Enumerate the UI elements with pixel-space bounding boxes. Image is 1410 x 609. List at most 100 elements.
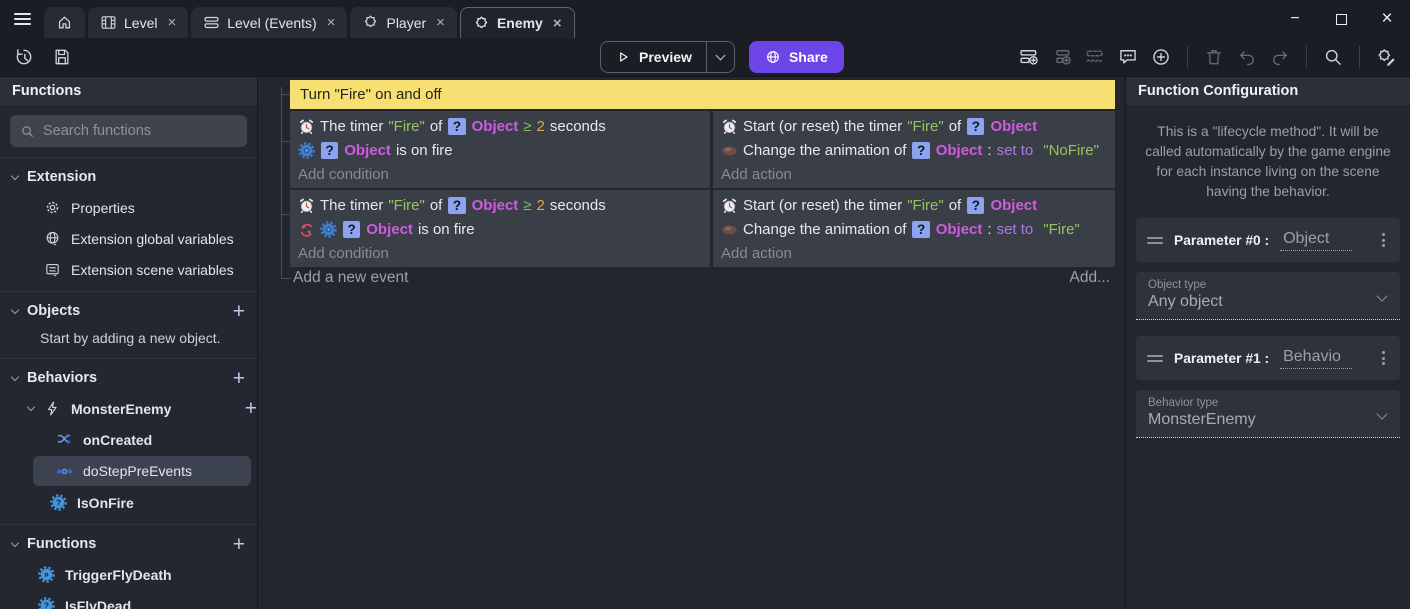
conditions-panel: The timer "Fire" of ?Object ≥ 2 seconds?… — [290, 111, 710, 188]
tab-enemy[interactable]: Enemy × — [460, 7, 575, 38]
add-event-icon[interactable] — [1019, 47, 1039, 67]
event-instruction[interactable]: Change the animation of ?Object: set to … — [713, 217, 1115, 241]
share-button[interactable]: Share — [749, 41, 844, 73]
drag-handle-icon[interactable] — [1147, 237, 1163, 244]
event-instruction[interactable]: Change the animation of ?Object: set to … — [713, 138, 1115, 162]
sidebar-item-extension-global-variables[interactable]: Extension global variables — [0, 223, 257, 254]
actions-panel: Start (or reset) the timer "Fire" of ?Ob… — [713, 111, 1115, 188]
home-icon — [56, 14, 73, 31]
close-tab-icon[interactable]: × — [167, 14, 176, 31]
preview-button[interactable]: Preview — [600, 41, 735, 73]
chevron-down-icon — [715, 51, 725, 61]
event-instruction[interactable]: Start (or reset) the timer "Fire" of ?Ob… — [713, 114, 1115, 138]
tab-home[interactable] — [44, 7, 85, 38]
section-header-extension[interactable]: Extension — [0, 162, 257, 192]
trash-icon — [1204, 47, 1224, 67]
svg-text:?: ? — [44, 601, 49, 609]
scene-variables-icon — [44, 261, 61, 278]
tab-label: Level (Events) — [227, 15, 316, 31]
search-icon[interactable] — [1323, 47, 1343, 67]
event-instruction[interactable]: The timer "Fire" of ?Object ≥ 2 seconds — [290, 114, 710, 138]
tab-level-events[interactable]: Level (Events) × — [191, 7, 347, 38]
sidebar-item-isonfire[interactable]: ? IsOnFire — [0, 487, 257, 518]
history-icon[interactable] — [14, 47, 34, 67]
chevron-down-icon — [11, 305, 19, 313]
preview-options-button[interactable] — [707, 42, 734, 72]
close-tab-icon[interactable]: × — [436, 14, 445, 31]
add-more-button[interactable]: Add... — [1070, 269, 1111, 287]
tab-level[interactable]: Level × — [88, 7, 188, 38]
toolbar-divider — [1359, 46, 1360, 68]
section-header-behaviors[interactable]: Behaviors + — [0, 363, 257, 393]
titlebar: Level × Level (Events) × Player × — [0, 0, 1410, 38]
objects-empty-text: Start by adding a new object. — [0, 326, 257, 352]
kebab-menu-icon[interactable] — [1378, 347, 1389, 369]
save-icon[interactable] — [52, 47, 72, 67]
sidebar-item-triggerflydeath[interactable]: » TriggerFlyDeath — [0, 559, 257, 590]
behavior-icon — [320, 221, 337, 238]
add-new-event-button[interactable]: Add a new event — [293, 269, 408, 287]
sidebar-item-monsterenemy[interactable]: MonsterEnemy + — [0, 393, 257, 424]
timer-icon — [298, 118, 315, 135]
globe-icon — [765, 49, 781, 65]
close-tab-icon[interactable]: × — [327, 14, 336, 31]
section-header-objects[interactable]: Objects + — [0, 296, 257, 326]
main-menu-button[interactable] — [0, 0, 44, 38]
event-instruction[interactable]: Start (or reset) the timer "Fire" of ?Ob… — [713, 193, 1115, 217]
event-instruction[interactable]: ?Object is on fire — [290, 138, 710, 162]
timer-icon — [721, 118, 738, 135]
extension-icon — [362, 14, 379, 31]
sidebar-item-extension-scene-variables[interactable]: Extension scene variables — [0, 254, 257, 285]
tab-label: Enemy — [497, 15, 543, 31]
search-functions-box[interactable] — [10, 115, 247, 147]
function-action-icon: » — [38, 566, 55, 583]
tab-player[interactable]: Player × — [350, 7, 456, 38]
add-circle-icon[interactable] — [1151, 47, 1171, 67]
toolbar-divider — [1306, 46, 1307, 68]
sidebar-title: Functions — [0, 77, 257, 105]
tab-bar: Level × Level (Events) × Player × — [44, 7, 575, 38]
sidebar-item-isflydead[interactable]: ? IsFlyDead — [0, 590, 257, 609]
close-tab-icon[interactable]: × — [553, 15, 562, 32]
section-header-functions[interactable]: Functions + — [0, 529, 257, 559]
add-condition-button[interactable]: Add condition — [290, 241, 710, 265]
event-comment[interactable]: Turn "Fire" on and off — [290, 80, 1115, 109]
timer-icon — [721, 197, 738, 214]
event-tree-line — [281, 87, 282, 279]
event-instruction[interactable]: ?Object is on fire — [290, 217, 710, 241]
close-button[interactable]: × — [1364, 0, 1410, 38]
add-function-button[interactable]: + — [233, 534, 245, 555]
undo-icon — [1237, 47, 1257, 67]
share-label: Share — [789, 49, 828, 65]
object-type-select[interactable]: Object type Any object — [1136, 272, 1400, 320]
add-action-button[interactable]: Add action — [713, 162, 1115, 186]
search-functions-input[interactable] — [43, 123, 237, 139]
kebab-menu-icon[interactable] — [1378, 229, 1389, 251]
functions-sidebar: Functions Extension Properties Extension… — [0, 77, 258, 609]
parameter-name-input[interactable]: Behavio — [1280, 348, 1352, 369]
parameter-name-input[interactable]: Object — [1280, 230, 1352, 251]
window-controls: − × — [1272, 0, 1410, 38]
sidebar-item-oncreated[interactable]: onCreated — [0, 424, 257, 455]
comment-icon[interactable] — [1118, 47, 1138, 67]
minimize-button[interactable]: − — [1272, 0, 1318, 38]
add-object-button[interactable]: + — [233, 301, 245, 322]
behavior-type-select[interactable]: Behavior type MonsterEnemy — [1136, 390, 1400, 438]
event-instruction[interactable]: The timer "Fire" of ?Object ≥ 2 seconds — [290, 193, 710, 217]
toolbar: Preview Share — [0, 38, 1410, 76]
animation-icon — [721, 142, 738, 159]
timer-icon — [298, 197, 315, 214]
add-behavior-function-button[interactable]: + — [245, 398, 257, 419]
conditions-panel: The timer "Fire" of ?Object ≥ 2 seconds?… — [290, 190, 710, 267]
add-action-button[interactable]: Add action — [713, 241, 1115, 265]
add-behavior-button[interactable]: + — [233, 368, 245, 389]
add-condition-button[interactable]: Add condition — [290, 162, 710, 186]
section-objects: Objects + Start by adding a new object. — [0, 291, 257, 358]
maximize-button[interactable] — [1318, 0, 1364, 38]
not-icon — [298, 221, 315, 238]
sidebar-item-properties[interactable]: Properties — [0, 192, 257, 223]
edit-extension-icon[interactable] — [1376, 47, 1396, 67]
sidebar-item-dosteppreevents[interactable]: doStepPreEvents — [33, 456, 251, 486]
function-configuration-panel: Function Configuration This is a "lifecy… — [1125, 77, 1410, 609]
drag-handle-icon[interactable] — [1147, 355, 1163, 362]
